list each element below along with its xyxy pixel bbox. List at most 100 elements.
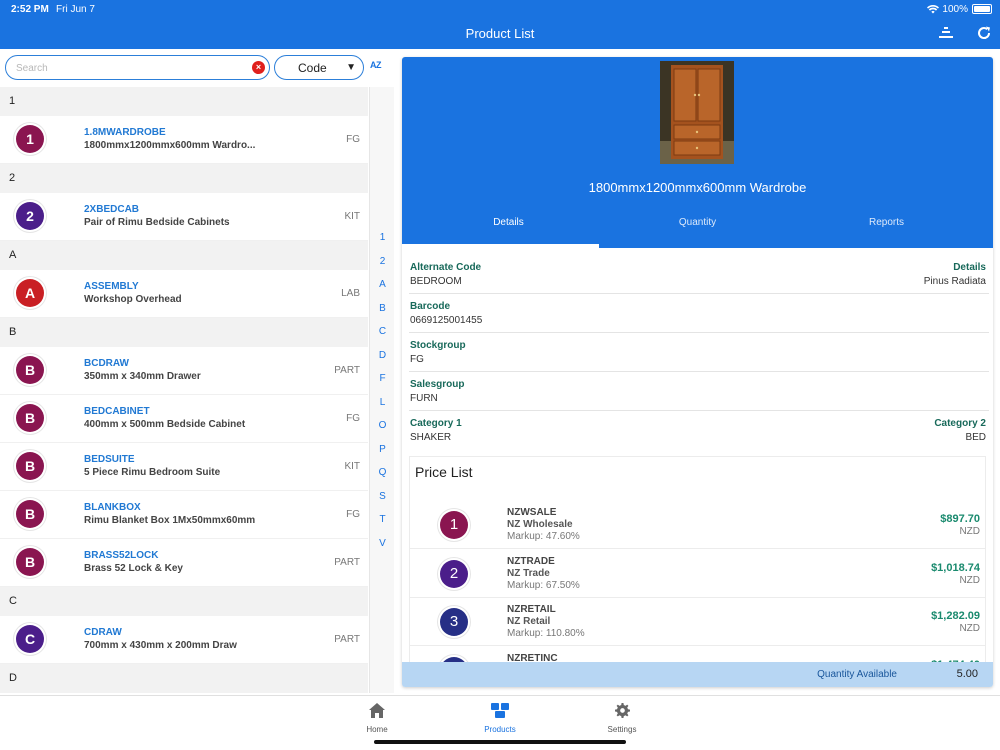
index-letter[interactable]: B bbox=[370, 303, 395, 314]
product-row[interactable]: 1 1.8MWARDROBE 1800mmx1200mmx600mm Wardro.… bbox=[0, 116, 368, 164]
price-avatar: 3 bbox=[440, 608, 468, 636]
product-hero: 1800mmx1200mmx600mm Wardrobe Details Qua… bbox=[402, 57, 993, 248]
product-type: KIT bbox=[344, 461, 360, 472]
product-avatar: B bbox=[16, 548, 44, 576]
search-input[interactable] bbox=[16, 59, 246, 77]
quantity-value: 5.00 bbox=[956, 668, 978, 680]
tab-settings-label: Settings bbox=[607, 725, 637, 734]
index-letter[interactable]: F bbox=[370, 373, 395, 384]
product-avatar: 2 bbox=[16, 202, 44, 230]
price-code: NZTRADE bbox=[507, 555, 555, 567]
product-code: 2XBEDCAB bbox=[84, 204, 140, 215]
field-label: Category 1 bbox=[410, 418, 462, 429]
dropdown-arrow-icon: ▼ bbox=[346, 62, 356, 73]
product-row[interactable]: B BEDCABINET 400mm x 500mm Bedside Cabinet… bbox=[0, 395, 368, 443]
sort-az-label: AZ bbox=[370, 60, 382, 70]
tab-home[interactable]: Home bbox=[337, 702, 417, 734]
price-name: NZ Retail bbox=[507, 616, 551, 627]
refresh-icon[interactable] bbox=[975, 24, 993, 42]
product-row[interactable]: B BLANKBOX Rimu Blanket Box 1Mx50mmx60mm FG bbox=[0, 491, 368, 539]
product-row[interactable]: 2 2XBEDCAB Pair of Rimu Bedside Cabinets KI… bbox=[0, 193, 368, 241]
field-value: FG bbox=[410, 354, 424, 365]
tab-reports[interactable]: Reports bbox=[788, 217, 985, 228]
code-filter-value: Code bbox=[298, 61, 327, 75]
index-letter[interactable]: D bbox=[370, 350, 395, 361]
index-letter[interactable]: 1 bbox=[370, 232, 395, 243]
field-label: Stockgroup bbox=[410, 340, 466, 351]
product-row[interactable]: A ASSEMBLY Workshop Overhead LAB bbox=[0, 270, 368, 318]
price-list-title: Price List bbox=[415, 464, 473, 480]
battery-text: 100% bbox=[942, 4, 968, 15]
index-letter[interactable]: A bbox=[370, 279, 395, 290]
field-label: Barcode bbox=[410, 301, 451, 312]
battery-icon bbox=[972, 4, 992, 14]
field-value: FURN bbox=[410, 393, 438, 404]
price-row[interactable]: 3 NZRETAIL NZ Retail Markup: 110.80% $1,282.… bbox=[410, 597, 985, 646]
home-indicator bbox=[374, 740, 626, 744]
code-filter-select[interactable]: Code ▼ bbox=[274, 55, 364, 80]
price-row[interactable]: 2 NZTRADE NZ Trade Markup: 67.50% $1,018.74 N… bbox=[410, 549, 985, 598]
field-value-right: Pinus Radiata bbox=[923, 276, 986, 287]
price-code: NZRETAIL bbox=[507, 604, 556, 615]
field-label: Salesgroup bbox=[410, 379, 465, 390]
price-currency: NZD bbox=[959, 526, 980, 537]
product-avatar: B bbox=[16, 452, 44, 480]
product-avatar: C bbox=[16, 625, 44, 653]
price-avatar: 2 bbox=[440, 559, 468, 588]
filter-sort-icon[interactable] bbox=[937, 24, 955, 42]
section-header: A bbox=[0, 241, 368, 270]
field-label-right: Category 2 bbox=[934, 418, 986, 429]
product-name: 1800mmx1200mmx600mm Wardrobe bbox=[588, 180, 807, 195]
field-value: SHAKER bbox=[410, 432, 452, 443]
product-type: FG bbox=[346, 413, 360, 424]
index-letter[interactable]: P bbox=[370, 444, 395, 455]
tab-home-label: Home bbox=[366, 725, 388, 734]
price-name: NZ Trade bbox=[507, 567, 550, 579]
price-avatar: 1 bbox=[440, 511, 468, 539]
tab-products[interactable]: Products bbox=[460, 702, 540, 734]
tab-quantity[interactable]: Quantity bbox=[599, 217, 796, 228]
price-list-card: Price List 1 NZWSALE NZ Wholesale Markup: 4… bbox=[409, 456, 986, 686]
product-row[interactable]: C CDRAW 700mm x 430mm x 200mm Draw PART bbox=[0, 616, 368, 664]
page-title: Product List bbox=[465, 26, 535, 41]
product-code: BCDRAW bbox=[84, 358, 129, 369]
quantity-label: Quantity Available bbox=[817, 669, 897, 680]
product-code: BLANKBOX bbox=[84, 502, 141, 513]
field-value: 0669125001455 bbox=[410, 315, 483, 326]
sort-az-button[interactable]: AZ bbox=[370, 59, 382, 71]
product-avatar: B bbox=[16, 404, 44, 432]
index-letter[interactable]: S bbox=[370, 491, 395, 502]
gear-icon bbox=[582, 702, 662, 718]
tab-settings[interactable]: Settings bbox=[582, 702, 662, 734]
index-letter[interactable]: Q bbox=[370, 467, 395, 478]
index-letter[interactable]: T bbox=[370, 514, 395, 525]
detail-field-row: Alternate Code BEDROOM Details Pinus Radiat… bbox=[409, 256, 989, 294]
product-description: Workshop Overhead bbox=[84, 294, 182, 305]
index-letter[interactable]: V bbox=[370, 538, 395, 549]
product-description: 350mm x 340mm Drawer bbox=[84, 371, 201, 382]
product-code: BEDCABINET bbox=[84, 406, 150, 417]
tab-details[interactable]: Details bbox=[410, 217, 607, 228]
price-currency: NZD bbox=[959, 574, 980, 586]
index-letter[interactable]: L bbox=[370, 397, 395, 408]
alphabet-index: 1 2 A B C D F L O P Q S T V bbox=[369, 87, 394, 693]
index-letter[interactable]: C bbox=[370, 326, 395, 337]
section-header: D bbox=[0, 664, 368, 693]
product-code: BEDSUITE bbox=[84, 454, 135, 465]
product-detail-panel: 1800mmx1200mmx600mm Wardrobe Details Qua… bbox=[402, 57, 993, 687]
product-row[interactable]: B BRASS52LOCK Brass 52 Lock & Key PART bbox=[0, 539, 368, 587]
index-letter[interactable]: O bbox=[370, 420, 395, 431]
product-avatar: A bbox=[16, 279, 44, 307]
clear-search-icon[interactable]: × bbox=[252, 61, 265, 74]
price-name: NZ Wholesale bbox=[507, 519, 573, 530]
product-row[interactable]: B BEDSUITE 5 Piece Rimu Bedroom Suite KIT bbox=[0, 443, 368, 491]
detail-field-row: Salesgroup FURN bbox=[409, 373, 989, 411]
index-letter[interactable]: 2 bbox=[370, 256, 395, 267]
price-amount: $897.70 bbox=[940, 513, 980, 525]
product-description: 5 Piece Rimu Bedroom Suite bbox=[84, 467, 221, 478]
product-code: 1.8MWARDROBE bbox=[84, 127, 166, 138]
product-code: ASSEMBLY bbox=[84, 281, 139, 292]
product-row[interactable]: B BCDRAW 350mm x 340mm Drawer PART bbox=[0, 347, 368, 395]
price-row[interactable]: 1 NZWSALE NZ Wholesale Markup: 47.60% $897.7… bbox=[410, 500, 985, 549]
product-type: FG bbox=[346, 134, 360, 145]
